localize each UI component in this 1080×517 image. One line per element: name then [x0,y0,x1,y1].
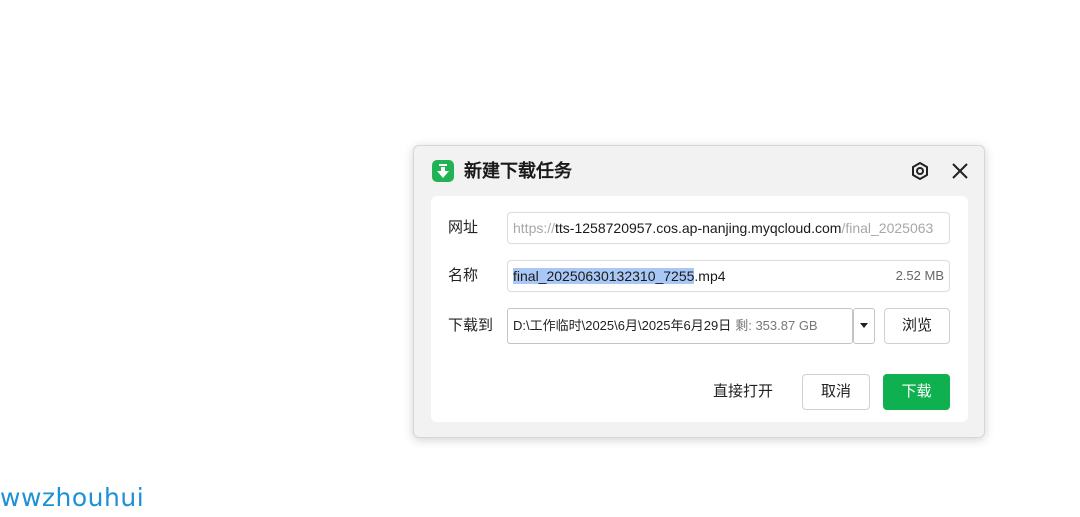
url-protocol: https:// [513,220,556,236]
url-host: tts-1258720957.cos.ap-nanjing.myqcloud.c… [555,220,842,236]
dialog-title: 新建下载任务 [464,161,572,181]
save-path-text: D:\工作临时\2025\6月\2025年6月29日 [513,318,732,333]
url-label: 网址 [448,219,479,236]
name-label: 名称 [448,267,479,284]
download-app-icon [432,160,454,182]
chevron-down-icon [860,323,868,328]
browse-button[interactable]: 浏览 [884,308,950,344]
filename-selected-text: final_20250630132310_7255 [513,268,695,284]
save-path-input[interactable]: D:\工作临时\2025\6月\2025年6月29日 剩: 353.87 GB [507,308,853,344]
download-button[interactable]: 下载 [883,374,950,410]
file-size: 2.52 MB [895,268,944,283]
free-space: 剩: 353.87 GB [735,318,818,333]
url-path: /final_2025063 [841,220,934,236]
filename-extension: .mp4 [694,268,726,284]
new-download-dialog: 新建下载任务 网址 https://tts-1258720957.cos.ap-… [413,145,985,438]
path-dropdown-button[interactable] [853,308,875,344]
settings-icon[interactable] [908,159,932,183]
filename-input[interactable]: final_20250630132310_7255.mp4 2.52 MB [507,260,950,292]
watermark-text: wwzhouhui [0,483,145,512]
url-input[interactable]: https://tts-1258720957.cos.ap-nanjing.my… [507,212,950,244]
save-to-label: 下载到 [448,317,494,334]
open-directly-button[interactable]: 直接打开 [707,374,779,410]
cancel-button[interactable]: 取消 [802,374,870,410]
close-icon[interactable] [948,159,972,183]
form-panel: 网址 https://tts-1258720957.cos.ap-nanjing… [431,196,968,422]
